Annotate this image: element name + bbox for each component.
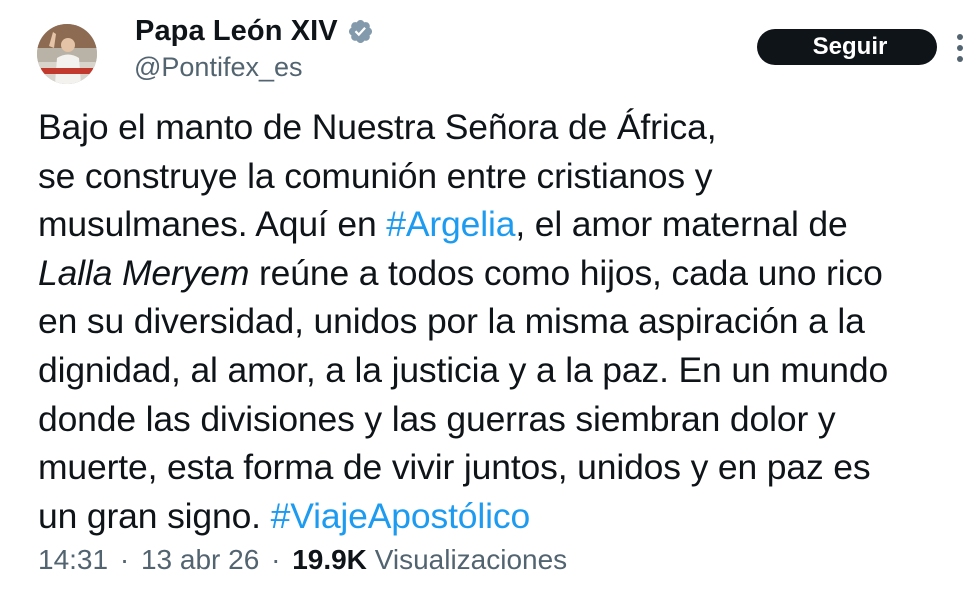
tweet-text-segment: reúne a todos como hijos, cada uno rico (249, 252, 883, 293)
tweet-time[interactable]: 14:31 (38, 544, 108, 575)
tweet-line: dignidad, al amor, a la justicia y a la … (38, 349, 889, 390)
tweet-text-segment: , el amor maternal de (515, 204, 848, 245)
avatar-image (37, 24, 97, 84)
author-handle[interactable]: @Pontifex_es (134, 52, 303, 83)
meta-separator: · (119, 544, 130, 575)
avatar[interactable] (37, 24, 97, 84)
tweet-line: muerte, esta forma de vivir juntos, unid… (38, 447, 871, 488)
tweet-line: donde las divisiones y las guerras siemb… (38, 398, 836, 439)
follow-button[interactable]: Seguir (757, 29, 937, 65)
meta-separator: · (271, 544, 281, 575)
verified-badge-icon (347, 18, 374, 45)
views-label: Visualizaciones (374, 544, 568, 575)
tweet-line: Bajo el manto de Nuestra Señora de Áfric… (38, 107, 717, 147)
tweet-meta-row: 14:31 · 13 abr 26 · 19.9K Visualizacione… (38, 544, 567, 576)
tweet-line: en su diversidad, unidos por la misma as… (38, 301, 865, 342)
tweet-line: musulmanes. Aquí en #Argelia, el amor ma… (38, 200, 968, 249)
more-options-icon[interactable] (950, 30, 970, 66)
tweet-text: Bajo el manto de Nuestra Señora de Áfric… (38, 103, 968, 540)
tweet-italic-text: Lalla Meryem (38, 252, 250, 293)
views-count: 19.9K (292, 544, 367, 575)
tweet-line: un gran signo. #ViajeApostólico (38, 492, 968, 541)
author-display-name[interactable]: Papa León XIV (135, 15, 338, 48)
author-name-row: Papa León XIV (135, 12, 374, 50)
tweet-text-segment: musulmanes. Aquí en (38, 204, 387, 245)
hashtag-argelia-link[interactable]: #Argelia (386, 204, 515, 244)
tweet-line: Lalla Meryem reúne a todos como hijos, c… (38, 249, 968, 298)
hashtag-viaje-apostolico-link[interactable]: #ViajeApostólico (271, 496, 531, 536)
tweet-date[interactable]: 13 abr 26 (141, 544, 259, 575)
tweet-text-segment: un gran signo. (38, 495, 271, 536)
tweet-line: se construye la comunión entre cristiano… (38, 155, 713, 196)
